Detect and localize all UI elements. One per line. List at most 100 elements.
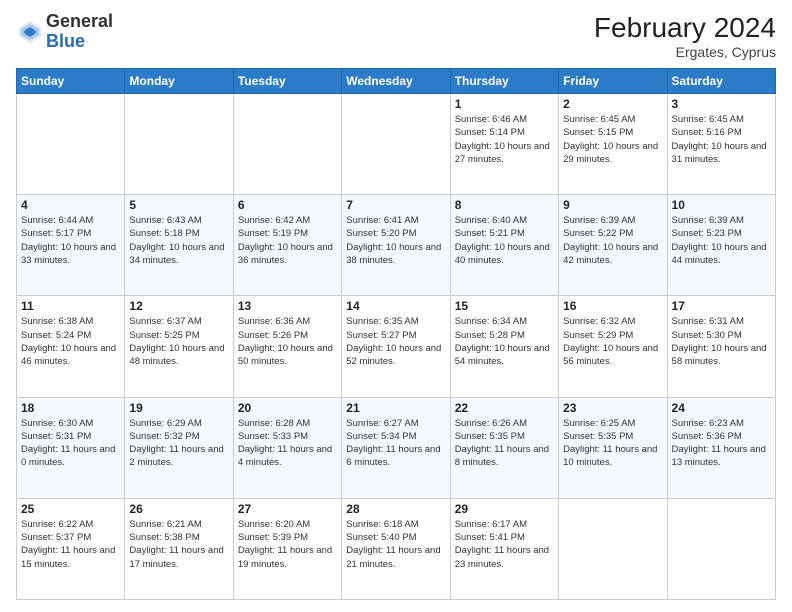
day-number: 26: [129, 502, 228, 516]
day-info: Sunrise: 6:32 AM Sunset: 5:29 PM Dayligh…: [563, 315, 662, 368]
calendar-cell: 26 Sunrise: 6:21 AM Sunset: 5:38 PM Dayli…: [125, 498, 233, 599]
col-sunday: Sunday: [17, 69, 125, 94]
calendar-week-3: 11 Sunrise: 6:38 AM Sunset: 5:24 PM Dayli…: [17, 296, 776, 397]
day-number: 21: [346, 401, 445, 415]
day-number: 22: [455, 401, 554, 415]
calendar-cell: 5 Sunrise: 6:43 AM Sunset: 5:18 PM Daylig…: [125, 195, 233, 296]
calendar-cell: 13Sunrise: 6:36 AM Sunset: 5:26 PM Dayli…: [233, 296, 341, 397]
day-number: 20: [238, 401, 337, 415]
day-info: Sunrise: 6:28 AM Sunset: 5:33 PM Dayligh…: [238, 417, 337, 470]
calendar-header-row: Sunday Monday Tuesday Wednesday Thursday…: [17, 69, 776, 94]
calendar-cell: 22 Sunrise: 6:26 AM Sunset: 5:35 PM Dayli…: [450, 397, 558, 498]
calendar-cell: 14 Sunrise: 6:35 AM Sunset: 5:27 PM Dayli…: [342, 296, 450, 397]
calendar-cell: 1 Sunrise: 6:46 AM Sunset: 5:14 PM Daylig…: [450, 94, 558, 195]
day-number: 8: [455, 198, 554, 212]
day-number: 10: [672, 198, 771, 212]
day-info: Sunrise: 6:41 AM Sunset: 5:20 PM Dayligh…: [346, 214, 445, 267]
day-info: Sunrise: 6:45 AM Sunset: 5:16 PM Dayligh…: [672, 113, 771, 166]
day-number: 16: [563, 299, 662, 313]
day-number: 19: [129, 401, 228, 415]
day-info: Sunrise: 6:30 AM Sunset: 5:31 PM Dayligh…: [21, 417, 120, 470]
day-info: Sunrise: 6:18 AM Sunset: 5:40 PM Dayligh…: [346, 518, 445, 571]
day-number: 9: [563, 198, 662, 212]
calendar-week-5: 25Sunrise: 6:22 AM Sunset: 5:37 PM Dayli…: [17, 498, 776, 599]
col-wednesday: Wednesday: [342, 69, 450, 94]
day-info: Sunrise: 6:31 AM Sunset: 5:30 PM Dayligh…: [672, 315, 771, 368]
calendar-week-1: 1 Sunrise: 6:46 AM Sunset: 5:14 PM Daylig…: [17, 94, 776, 195]
calendar-cell: [667, 498, 775, 599]
day-number: 28: [346, 502, 445, 516]
calendar-cell: 9 Sunrise: 6:39 AM Sunset: 5:22 PM Daylig…: [559, 195, 667, 296]
day-number: 11: [21, 299, 120, 313]
day-info: Sunrise: 6:38 AM Sunset: 5:24 PM Dayligh…: [21, 315, 120, 368]
day-number: 17: [672, 299, 771, 313]
day-info: Sunrise: 6:22 AM Sunset: 5:37 PM Dayligh…: [21, 518, 120, 571]
header: General Blue February 2024 Ergates, Cypr…: [16, 12, 776, 60]
day-info: Sunrise: 6:43 AM Sunset: 5:18 PM Dayligh…: [129, 214, 228, 267]
day-info: Sunrise: 6:39 AM Sunset: 5:22 PM Dayligh…: [563, 214, 662, 267]
day-info: Sunrise: 6:34 AM Sunset: 5:28 PM Dayligh…: [455, 315, 554, 368]
col-tuesday: Tuesday: [233, 69, 341, 94]
calendar-cell: 11 Sunrise: 6:38 AM Sunset: 5:24 PM Dayli…: [17, 296, 125, 397]
calendar-cell: 18Sunrise: 6:30 AM Sunset: 5:31 PM Dayli…: [17, 397, 125, 498]
day-info: Sunrise: 6:37 AM Sunset: 5:25 PM Dayligh…: [129, 315, 228, 368]
day-number: 27: [238, 502, 337, 516]
day-info: Sunrise: 6:45 AM Sunset: 5:15 PM Dayligh…: [563, 113, 662, 166]
calendar-cell: 12 Sunrise: 6:37 AM Sunset: 5:25 PM Dayli…: [125, 296, 233, 397]
page: General Blue February 2024 Ergates, Cypr…: [0, 0, 792, 612]
calendar-cell: 15 Sunrise: 6:34 AM Sunset: 5:28 PM Dayli…: [450, 296, 558, 397]
calendar-cell: 7 Sunrise: 6:41 AM Sunset: 5:20 PM Daylig…: [342, 195, 450, 296]
month-title: February 2024: [594, 12, 776, 44]
calendar-cell: 25Sunrise: 6:22 AM Sunset: 5:37 PM Dayli…: [17, 498, 125, 599]
calendar-cell: 8 Sunrise: 6:40 AM Sunset: 5:21 PM Daylig…: [450, 195, 558, 296]
calendar-cell: 21 Sunrise: 6:27 AM Sunset: 5:34 PM Dayli…: [342, 397, 450, 498]
day-number: 12: [129, 299, 228, 313]
calendar-cell: 23 Sunrise: 6:25 AM Sunset: 5:35 PM Dayli…: [559, 397, 667, 498]
logo-general-text: General: [46, 12, 113, 32]
calendar-cell: 28 Sunrise: 6:18 AM Sunset: 5:40 PM Dayli…: [342, 498, 450, 599]
day-info: Sunrise: 6:23 AM Sunset: 5:36 PM Dayligh…: [672, 417, 771, 470]
day-number: 5: [129, 198, 228, 212]
calendar-cell: 20 Sunrise: 6:28 AM Sunset: 5:33 PM Dayli…: [233, 397, 341, 498]
calendar-cell: 16 Sunrise: 6:32 AM Sunset: 5:29 PM Dayli…: [559, 296, 667, 397]
logo-blue-text: Blue: [46, 32, 113, 52]
col-saturday: Saturday: [667, 69, 775, 94]
calendar-cell: 17 Sunrise: 6:31 AM Sunset: 5:30 PM Dayli…: [667, 296, 775, 397]
day-info: Sunrise: 6:27 AM Sunset: 5:34 PM Dayligh…: [346, 417, 445, 470]
calendar-cell: 29 Sunrise: 6:17 AM Sunset: 5:41 PM Dayli…: [450, 498, 558, 599]
calendar-cell: 2 Sunrise: 6:45 AM Sunset: 5:15 PM Daylig…: [559, 94, 667, 195]
day-info: Sunrise: 6:17 AM Sunset: 5:41 PM Dayligh…: [455, 518, 554, 571]
day-info: Sunrise: 6:40 AM Sunset: 5:21 PM Dayligh…: [455, 214, 554, 267]
day-number: 23: [563, 401, 662, 415]
calendar-cell: 4 Sunrise: 6:44 AM Sunset: 5:17 PM Daylig…: [17, 195, 125, 296]
logo: General Blue: [16, 12, 113, 52]
day-info: Sunrise: 6:42 AM Sunset: 5:19 PM Dayligh…: [238, 214, 337, 267]
day-info: Sunrise: 6:46 AM Sunset: 5:14 PM Dayligh…: [455, 113, 554, 166]
day-info: Sunrise: 6:25 AM Sunset: 5:35 PM Dayligh…: [563, 417, 662, 470]
day-number: 2: [563, 97, 662, 111]
day-info: Sunrise: 6:35 AM Sunset: 5:27 PM Dayligh…: [346, 315, 445, 368]
day-number: 14: [346, 299, 445, 313]
calendar-table: Sunday Monday Tuesday Wednesday Thursday…: [16, 68, 776, 600]
day-number: 4: [21, 198, 120, 212]
day-number: 1: [455, 97, 554, 111]
calendar-cell: [342, 94, 450, 195]
day-number: 15: [455, 299, 554, 313]
calendar-cell: [559, 498, 667, 599]
logo-text: General Blue: [46, 12, 113, 52]
logo-icon: [16, 18, 44, 46]
day-number: 24: [672, 401, 771, 415]
day-number: 29: [455, 502, 554, 516]
day-info: Sunrise: 6:36 AM Sunset: 5:26 PM Dayligh…: [238, 315, 337, 368]
col-monday: Monday: [125, 69, 233, 94]
calendar-cell: [17, 94, 125, 195]
day-info: Sunrise: 6:44 AM Sunset: 5:17 PM Dayligh…: [21, 214, 120, 267]
calendar-cell: 10Sunrise: 6:39 AM Sunset: 5:23 PM Dayli…: [667, 195, 775, 296]
calendar-week-4: 18Sunrise: 6:30 AM Sunset: 5:31 PM Dayli…: [17, 397, 776, 498]
col-thursday: Thursday: [450, 69, 558, 94]
calendar-cell: [125, 94, 233, 195]
day-info: Sunrise: 6:26 AM Sunset: 5:35 PM Dayligh…: [455, 417, 554, 470]
day-info: Sunrise: 6:21 AM Sunset: 5:38 PM Dayligh…: [129, 518, 228, 571]
col-friday: Friday: [559, 69, 667, 94]
day-number: 7: [346, 198, 445, 212]
